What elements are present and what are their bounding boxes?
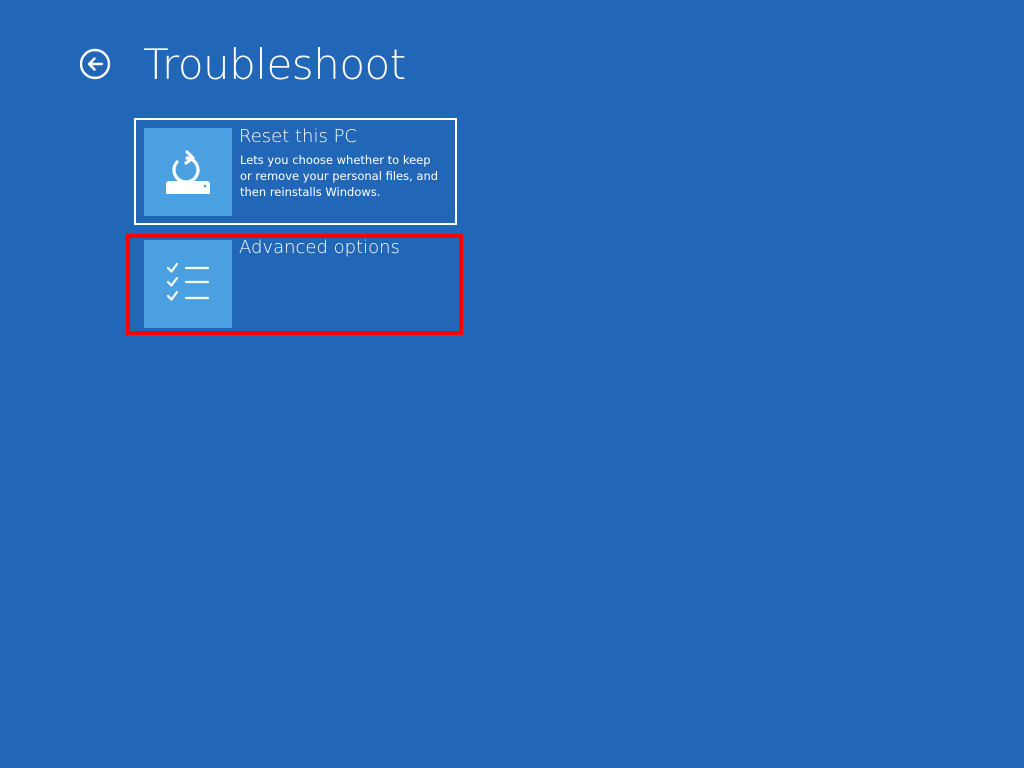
reset-this-pc-option[interactable]: Reset this PC Lets you choose whether to… bbox=[134, 118, 457, 225]
option-title: Reset this PC bbox=[239, 126, 357, 147]
reset-pc-icon bbox=[144, 128, 232, 216]
page-title: Troubleshoot bbox=[143, 40, 406, 89]
back-button[interactable] bbox=[79, 48, 111, 80]
checklist-icon bbox=[144, 240, 232, 328]
option-title: Advanced options bbox=[239, 237, 400, 258]
option-description: Lets you choose whether to keep or remov… bbox=[240, 153, 439, 199]
advanced-options-option[interactable]: Advanced options bbox=[136, 231, 459, 333]
back-arrow-icon bbox=[79, 48, 111, 80]
